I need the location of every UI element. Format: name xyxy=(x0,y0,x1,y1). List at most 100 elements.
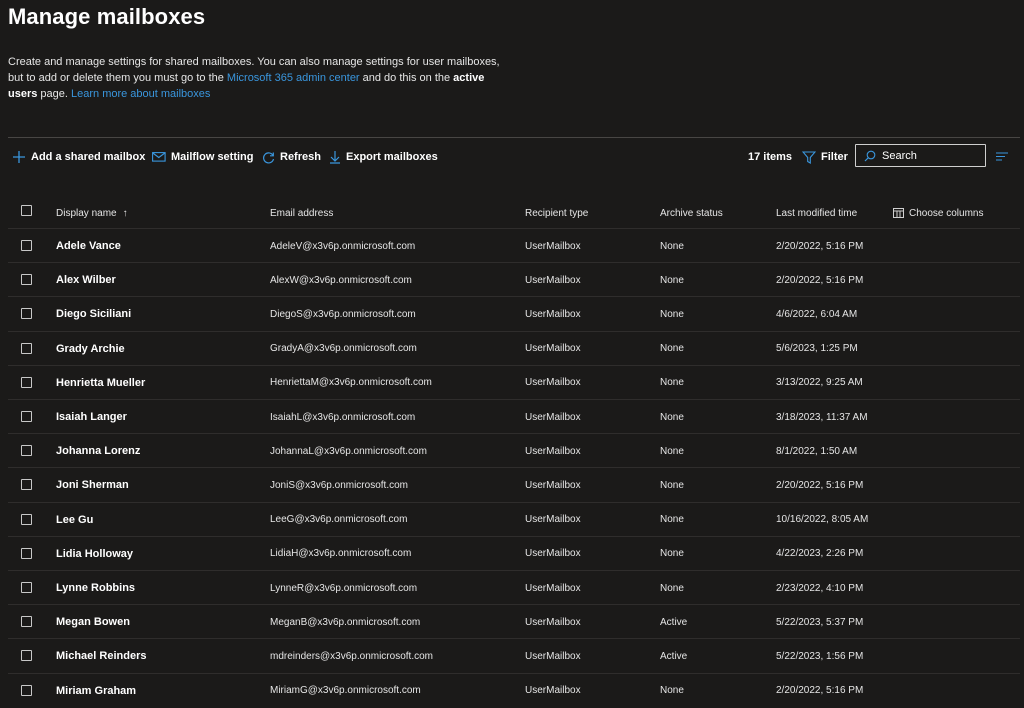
cell-display-name[interactable]: Adele Vance xyxy=(56,229,121,263)
refresh-button[interactable]: Refresh xyxy=(262,143,321,171)
row-checkbox[interactable] xyxy=(21,616,32,628)
cell-display-name[interactable]: Miriam Graham xyxy=(56,674,136,708)
cell-display-name[interactable]: Joni Sherman xyxy=(56,468,129,502)
page-description: Create and manage settings for shared ma… xyxy=(8,54,508,102)
row-checkbox[interactable] xyxy=(21,547,32,559)
cell-display-name[interactable]: Lee Gu xyxy=(56,503,93,537)
cell-archive-status: None xyxy=(660,548,684,560)
cell-email: DiegoS@x3v6p.onmicrosoft.com xyxy=(270,308,416,320)
cell-email: AlexW@x3v6p.onmicrosoft.com xyxy=(270,274,412,286)
cell-archive-status: None xyxy=(660,377,684,389)
cell-display-name[interactable]: Alex Wilber xyxy=(56,263,116,297)
column-recipient-type[interactable]: Recipient type xyxy=(525,199,588,227)
mailflow-setting-label: Mailflow setting xyxy=(171,151,254,163)
table-row[interactable]: Michael Reinders mdreinders@x3v6p.onmicro… xyxy=(8,638,1020,673)
row-checkbox[interactable] xyxy=(21,684,32,696)
cell-display-name[interactable]: Michael Reinders xyxy=(56,639,146,673)
divider xyxy=(8,137,1020,138)
table-row[interactable]: Adele Vance AdeleV@x3v6p.onmicrosoft.com U… xyxy=(8,228,1020,263)
cell-display-name[interactable]: Diego Siciliani xyxy=(56,297,131,331)
cell-recipient-type: UserMailbox xyxy=(525,274,581,286)
search-box[interactable]: Search xyxy=(855,144,986,167)
row-checkbox[interactable] xyxy=(21,650,32,662)
table-row[interactable]: Grady Archie GradyA@x3v6p.onmicrosoft.com… xyxy=(8,330,1020,366)
page-title: Manage mailboxes xyxy=(8,4,206,29)
cell-email: AdeleV@x3v6p.onmicrosoft.com xyxy=(270,240,416,252)
cell-last-modified: 2/20/2022, 5:16 PM xyxy=(776,240,864,252)
column-display-name[interactable]: Display name ↑ xyxy=(56,199,128,227)
export-mailboxes-button[interactable]: Export mailboxes xyxy=(329,143,438,171)
mailflow-setting-button[interactable]: Mailflow setting xyxy=(152,143,254,171)
cell-last-modified: 3/13/2022, 9:25 AM xyxy=(776,377,863,389)
search-icon xyxy=(864,150,876,161)
admin-center-link[interactable]: Microsoft 365 admin center xyxy=(227,72,360,84)
cell-recipient-type: UserMailbox xyxy=(525,616,581,628)
table-row[interactable]: Miriam Graham MiriamG@x3v6p.onmicrosoft.c… xyxy=(8,672,1020,708)
cell-display-name[interactable]: Grady Archie xyxy=(56,332,125,366)
cell-display-name[interactable]: Megan Bowen xyxy=(56,605,130,639)
filter-button[interactable]: Filter xyxy=(802,143,848,171)
column-archive-status[interactable]: Archive status xyxy=(660,199,723,227)
cell-archive-status: None xyxy=(660,445,684,457)
row-checkbox[interactable] xyxy=(21,240,32,251)
cell-display-name[interactable]: Henrietta Mueller xyxy=(56,366,145,400)
row-checkbox[interactable] xyxy=(21,274,32,286)
view-options-icon[interactable] xyxy=(995,151,1009,162)
cell-archive-status: None xyxy=(660,240,684,252)
cell-email: LeeG@x3v6p.onmicrosoft.com xyxy=(270,514,408,526)
row-checkbox[interactable] xyxy=(21,445,32,457)
row-checkbox[interactable] xyxy=(21,308,32,320)
table-row[interactable]: Alex Wilber AlexW@x3v6p.onmicrosoft.com Us… xyxy=(8,262,1020,297)
row-checkbox[interactable] xyxy=(21,342,32,354)
cell-archive-status: Active xyxy=(660,616,688,628)
cell-last-modified: 5/22/2023, 5:37 PM xyxy=(776,616,864,628)
cell-last-modified: 2/23/2022, 4:10 PM xyxy=(776,582,864,594)
filter-label: Filter xyxy=(821,151,848,163)
cell-last-modified: 4/22/2023, 2:26 PM xyxy=(776,548,864,560)
row-checkbox[interactable] xyxy=(21,411,32,422)
row-checkbox[interactable] xyxy=(21,513,32,525)
cell-last-modified: 5/6/2023, 1:25 PM xyxy=(776,343,858,355)
table-row[interactable]: Isaiah Langer IsaiahL@x3v6p.onmicrosoft.c… xyxy=(8,399,1020,434)
cell-recipient-type: UserMailbox xyxy=(525,548,581,560)
cell-email: LynneR@x3v6p.onmicrosoft.com xyxy=(270,582,418,594)
table-row[interactable]: Megan Bowen MeganB@x3v6p.onmicrosoft.com U… xyxy=(8,604,1020,639)
description-text-2: and do this on the xyxy=(359,72,454,84)
cell-archive-status: None xyxy=(660,582,684,594)
cell-recipient-type: UserMailbox xyxy=(525,650,581,662)
cell-email: mdreinders@x3v6p.onmicrosoft.com xyxy=(270,650,433,662)
add-shared-mailbox-button[interactable]: Add a shared mailbox xyxy=(12,143,145,171)
column-email-address[interactable]: Email address xyxy=(270,199,333,227)
cell-email: GradyA@x3v6p.onmicrosoft.com xyxy=(270,343,417,355)
choose-columns-button[interactable]: Choose columns xyxy=(893,199,983,227)
table-row[interactable]: Johanna Lorenz JohannaL@x3v6p.onmicrosoft… xyxy=(8,433,1020,468)
cell-last-modified: 3/18/2023, 11:37 AM xyxy=(776,411,868,423)
table-row[interactable]: Henrietta Mueller HenriettaM@x3v6p.onmicr… xyxy=(8,364,1020,400)
cell-archive-status: Active xyxy=(660,650,688,662)
cell-display-name[interactable]: Lynne Robbins xyxy=(56,571,135,605)
table-row[interactable]: Lee Gu LeeG@x3v6p.onmicrosoft.com UserMail… xyxy=(8,501,1020,537)
cell-archive-status: None xyxy=(660,685,684,697)
refresh-icon xyxy=(263,151,275,163)
row-checkbox[interactable] xyxy=(21,376,32,388)
cell-last-modified: 8/1/2022, 1:50 AM xyxy=(776,445,858,457)
cell-recipient-type: UserMailbox xyxy=(525,240,581,252)
table-row[interactable]: Lidia Holloway LidiaH@x3v6p.onmicrosoft.c… xyxy=(8,535,1020,571)
row-checkbox[interactable] xyxy=(21,582,32,593)
table-row[interactable]: Joni Sherman JoniS@x3v6p.onmicrosoft.com U… xyxy=(8,467,1020,502)
description-text-3: page. xyxy=(37,88,71,100)
cell-archive-status: None xyxy=(660,308,684,320)
column-last-modified[interactable]: Last modified time xyxy=(776,199,857,227)
cell-recipient-type: UserMailbox xyxy=(525,479,581,491)
cell-display-name[interactable]: Isaiah Langer xyxy=(56,400,127,434)
cell-email: JoniS@x3v6p.onmicrosoft.com xyxy=(270,479,408,491)
learn-more-link[interactable]: Learn more about mailboxes xyxy=(71,88,210,100)
cell-display-name[interactable]: Lidia Holloway xyxy=(56,537,133,571)
select-all-checkbox[interactable] xyxy=(21,205,32,216)
row-checkbox[interactable] xyxy=(21,479,32,491)
table-row[interactable]: Diego Siciliani DiegoS@x3v6p.onmicrosoft.… xyxy=(8,296,1020,331)
table-row[interactable]: Lynne Robbins LynneR@x3v6p.onmicrosoft.co… xyxy=(8,570,1020,605)
cell-display-name[interactable]: Johanna Lorenz xyxy=(56,434,140,468)
cell-email: HenriettaM@x3v6p.onmicrosoft.com xyxy=(270,377,432,389)
cell-last-modified: 4/6/2022, 6:04 AM xyxy=(776,308,858,320)
